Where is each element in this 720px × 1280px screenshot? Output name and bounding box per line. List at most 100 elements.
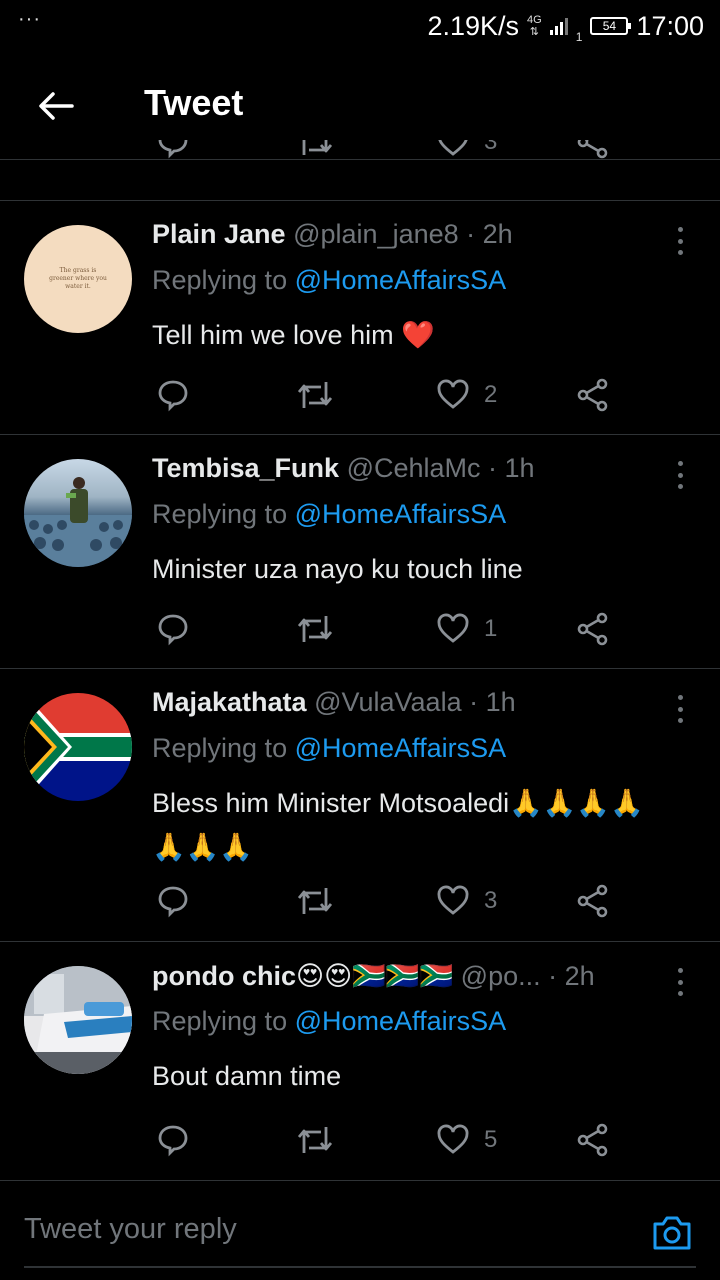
heart-icon (437, 379, 469, 409)
display-name[interactable]: Majakathata (152, 687, 307, 717)
notification-dots: ··· (18, 8, 41, 30)
like-count: 1 (484, 615, 498, 642)
like-button[interactable]: 1 (436, 609, 497, 649)
network-type: 4G ⇅ (527, 14, 542, 38)
replying-to: Replying to @HomeAffairsSA (152, 265, 506, 296)
reply-tweet[interactable]: The grass is greener where you water it.… (0, 201, 720, 434)
page-title: Tweet (144, 82, 244, 123)
more-options-icon[interactable] (668, 962, 692, 1002)
like-count: 3 (484, 887, 498, 914)
user-handle[interactable]: @plain_jane8 (293, 219, 459, 249)
like-button[interactable]: 5 (436, 1120, 497, 1160)
share-button[interactable] (576, 140, 610, 162)
reply-button[interactable] (156, 375, 190, 415)
battery-icon: 54 (590, 17, 632, 35)
network-speed: 2.19K/s (427, 10, 520, 41)
reply-button[interactable] (156, 609, 190, 649)
reply-icon (158, 886, 188, 918)
like-button[interactable]: 3 (436, 140, 497, 162)
avatar[interactable]: The grass is greener where you water it. (24, 225, 132, 333)
retweet-icon (297, 888, 333, 914)
network-type-label: 4G (527, 14, 542, 26)
reply-icon (158, 140, 188, 159)
reply-tweet[interactable]: Tembisa_Funk @CehlaMc · 1h Replying to @… (0, 435, 720, 668)
mention-link[interactable]: @HomeAffairsSA (295, 499, 506, 529)
reply-input[interactable]: Tweet your reply (24, 1213, 237, 1246)
heart-icon (437, 1124, 469, 1154)
reply-tweet[interactable]: Majakathata @VulaVaala · 1h Replying to … (0, 669, 720, 941)
tweet-actions: 2 (152, 375, 632, 415)
replying-prefix: Replying to (152, 1006, 288, 1036)
share-icon (577, 884, 608, 918)
display-name[interactable]: pondo chic😍😍🇿🇦🇿🇦🇿🇦 (152, 961, 453, 991)
retweet-icon (297, 382, 333, 408)
share-button[interactable] (576, 375, 610, 415)
reply-icon (158, 380, 188, 412)
more-options-icon[interactable] (668, 455, 692, 495)
share-button[interactable] (576, 881, 610, 921)
user-handle[interactable]: @CehlaMc (347, 453, 481, 483)
display-name[interactable]: Tembisa_Funk (152, 453, 339, 483)
south-africa-flag-icon (24, 693, 132, 801)
share-icon (577, 140, 608, 159)
reply-button[interactable] (156, 881, 190, 921)
back-button[interactable] (30, 82, 82, 130)
display-name[interactable]: Plain Jane (152, 219, 286, 249)
tweet-meta: Tembisa_Funk @CehlaMc · 1h (152, 453, 660, 484)
tweet-meta: Plain Jane @plain_jane8 · 2h (152, 219, 660, 250)
share-button[interactable] (576, 1120, 610, 1160)
like-button[interactable]: 2 (436, 375, 497, 415)
input-underline (24, 1266, 696, 1268)
like-count: 5 (484, 1126, 498, 1153)
crowd-photo (24, 477, 132, 567)
share-icon (577, 378, 608, 412)
heart-icon (438, 140, 468, 156)
share-icon (577, 1123, 608, 1157)
reply-icon (158, 1125, 188, 1157)
tweet-actions: 1 (152, 609, 632, 649)
previous-tweet-actions: 3 (0, 140, 720, 180)
tweet-text: Minister uza nayo ku touch line (152, 554, 523, 584)
avatar[interactable] (24, 459, 132, 567)
mention-link[interactable]: @HomeAffairsSA (295, 1006, 506, 1036)
reply-tweet[interactable]: pondo chic😍😍🇿🇦🇿🇦🇿🇦 @po... · 2h Replying … (0, 942, 720, 1180)
share-icon (577, 612, 608, 646)
avatar[interactable] (24, 693, 132, 801)
share-button[interactable] (576, 609, 610, 649)
reply-button[interactable] (156, 1120, 190, 1160)
like-count: 2 (484, 381, 498, 408)
like-button[interactable]: 3 (436, 881, 497, 921)
avatar[interactable] (24, 966, 132, 1074)
reply-icon (158, 614, 188, 646)
replying-prefix: Replying to (152, 499, 288, 529)
retweet-icon (297, 616, 333, 642)
tweet-actions: 5 (152, 1120, 632, 1160)
retweet-button[interactable] (296, 881, 334, 921)
reply-button[interactable] (156, 140, 190, 162)
more-options-icon[interactable] (668, 221, 692, 261)
bedroom-photo (24, 966, 132, 1074)
timestamp: · 2h (548, 961, 595, 991)
tweet-meta: Majakathata @VulaVaala · 1h (152, 687, 660, 718)
replying-to: Replying to @HomeAffairsSA (152, 733, 506, 764)
retweet-button[interactable] (296, 609, 334, 649)
tweet-meta: pondo chic😍😍🇿🇦🇿🇦🇿🇦 @po... · 2h (152, 960, 660, 992)
clock: 17:00 (636, 10, 704, 41)
replying-prefix: Replying to (152, 733, 288, 763)
mention-link[interactable]: @HomeAffairsSA (295, 733, 506, 763)
tweet-text: Tell him we love him ❤️ (152, 320, 435, 350)
more-options-icon[interactable] (668, 689, 692, 729)
timestamp: · 2h (466, 219, 513, 249)
retweet-button[interactable] (296, 375, 334, 415)
arrow-left-icon (39, 92, 74, 120)
camera-button[interactable] (650, 1211, 694, 1255)
retweet-button[interactable] (296, 140, 334, 162)
replying-to: Replying to @HomeAffairsSA (152, 1006, 506, 1037)
tweet-actions: 3 (152, 881, 632, 921)
user-handle[interactable]: @po... (461, 961, 541, 991)
mention-link[interactable]: @HomeAffairsSA (295, 265, 506, 295)
retweet-button[interactable] (296, 1120, 334, 1160)
like-count: 3 (484, 140, 498, 155)
sim-slot: 1 (575, 30, 583, 44)
user-handle[interactable]: @VulaVaala (314, 687, 462, 717)
